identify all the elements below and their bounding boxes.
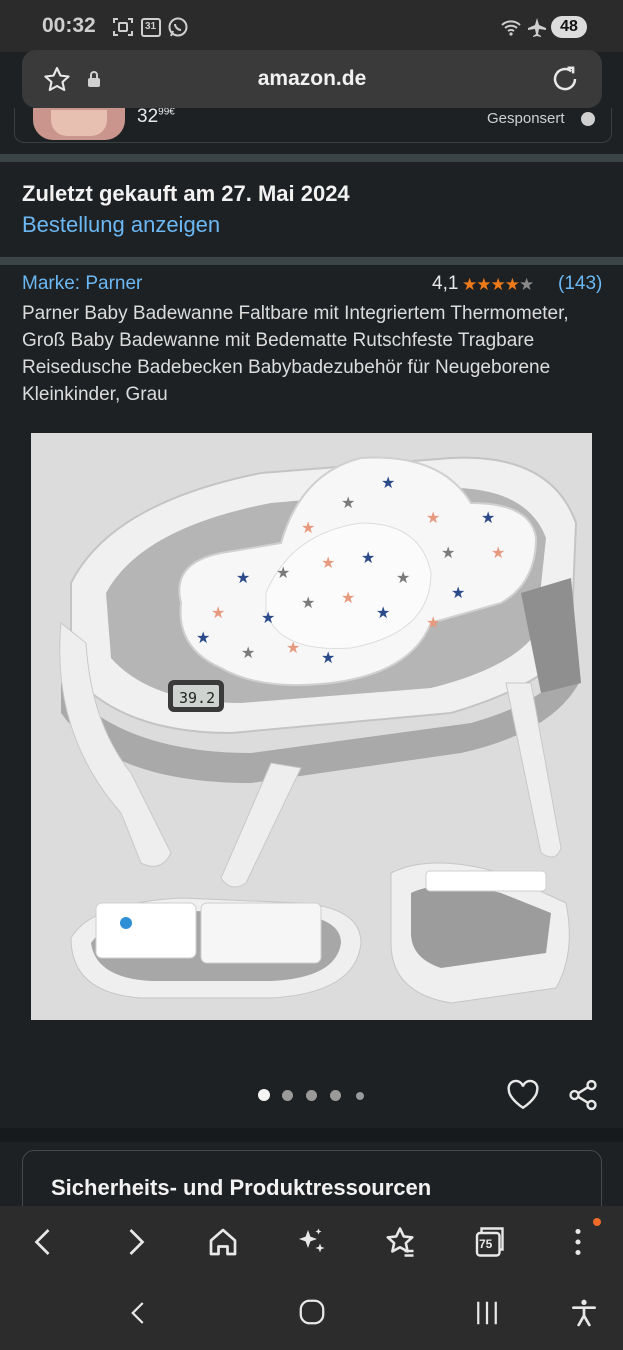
menu-icon[interactable] (560, 1224, 596, 1260)
ai-sparkle-icon[interactable] (293, 1224, 329, 1260)
svg-text:★: ★ (241, 643, 255, 662)
recents-back-icon[interactable] (124, 1298, 154, 1328)
recent-apps-icon[interactable] (472, 1298, 502, 1328)
svg-text:★: ★ (361, 548, 375, 567)
tab-count: 75 (479, 1237, 493, 1251)
calendar-31-icon: 31 (140, 16, 162, 38)
last-bought-text: Zuletzt gekauft am 27. Mai 2024 (22, 181, 350, 206)
svg-text:★: ★ (441, 543, 455, 562)
svg-text:★: ★ (321, 648, 335, 667)
home-icon[interactable] (205, 1224, 241, 1260)
svg-text:★: ★ (381, 473, 395, 492)
ad-product-thumbnail-inner (51, 110, 107, 136)
lock-icon (86, 70, 102, 88)
svg-text:★: ★ (341, 588, 355, 607)
thermometer-display: 39.2 (179, 689, 215, 707)
svg-text:★: ★ (211, 603, 225, 622)
star-rating[interactable]: ★★★★★ (462, 275, 534, 295)
battery-indicator: 48 (551, 16, 587, 38)
sponsored-label[interactable]: Gesponsert (487, 110, 565, 127)
forward-icon[interactable] (117, 1224, 153, 1260)
section-divider (0, 1128, 623, 1142)
airplane-icon (526, 16, 548, 38)
svg-text:★: ★ (301, 518, 315, 537)
svg-text:★: ★ (481, 508, 495, 527)
bookmarks-icon[interactable] (382, 1224, 418, 1260)
svg-text:★: ★ (276, 563, 290, 582)
svg-text:★: ★ (376, 603, 390, 622)
carousel-dot[interactable] (282, 1090, 293, 1101)
info-icon[interactable] (581, 112, 595, 126)
whatsapp-icon (167, 16, 189, 38)
star-icon[interactable] (42, 65, 72, 95)
tabs-icon[interactable]: 75 (471, 1224, 507, 1260)
svg-text:★: ★ (301, 593, 315, 612)
home-circle-icon[interactable] (297, 1297, 327, 1327)
svg-text:★: ★ (321, 553, 335, 572)
ad-price: 3299€ (137, 108, 175, 128)
heart-icon[interactable] (506, 1079, 540, 1111)
svg-text:★: ★ (451, 583, 465, 602)
browser-toolbar: 75 (0, 1206, 623, 1278)
carousel-dot[interactable] (330, 1090, 341, 1101)
reload-icon[interactable] (550, 64, 580, 94)
svg-text:★: ★ (341, 493, 355, 512)
wifi-icon (500, 16, 522, 38)
status-time: 00:32 (42, 14, 96, 37)
system-navigation-bar (0, 1278, 623, 1350)
notification-dot (593, 1218, 601, 1226)
star-icon: ★ (504, 275, 520, 294)
product-image[interactable]: ★ ★ ★ ★ ★ ★ ★ ★ ★ ★ ★ ★ ★ ★ ★ ★ ★ ★ ★ ★ … (31, 433, 592, 1020)
star-empty-icon: ★ (519, 275, 534, 294)
svg-text:★: ★ (426, 508, 440, 527)
carousel-dot-active[interactable] (258, 1089, 270, 1101)
carousel-dot[interactable] (306, 1090, 317, 1101)
svg-text:★: ★ (261, 608, 275, 627)
calendar-day: 31 (145, 21, 157, 32)
screenshot-icon (112, 16, 134, 38)
ad-price-main: 32 (137, 108, 159, 127)
share-icon[interactable] (566, 1078, 600, 1112)
product-title: Parner Baby Badewanne Faltbare mit Integ… (22, 303, 569, 405)
svg-text:★: ★ (196, 628, 210, 647)
svg-text:★: ★ (236, 568, 250, 587)
status-bar: 00:32 31 48 (0, 0, 623, 52)
safety-resources-title: Sicherheits- und Produktressourcen (51, 1175, 432, 1200)
carousel-dot[interactable] (356, 1092, 364, 1100)
view-order-link[interactable]: Bestellung anzeigen (22, 212, 220, 238)
star-icon: ★ (476, 275, 491, 294)
svg-text:★: ★ (286, 638, 300, 657)
back-icon[interactable] (26, 1224, 62, 1260)
rating-value[interactable]: 4,1 (432, 273, 458, 295)
star-icon: ★ (490, 275, 506, 294)
star-icon: ★ (462, 275, 477, 294)
accessibility-icon[interactable] (568, 1297, 600, 1329)
address-bar[interactable]: amazon.de (22, 50, 602, 108)
svg-text:★: ★ (491, 543, 505, 562)
sponsored-ad[interactable]: 3299€ Gesponsert (14, 108, 612, 143)
brand-link[interactable]: Marke: Parner (22, 273, 142, 295)
section-divider (0, 257, 623, 265)
ad-price-cents: 99€ (158, 108, 175, 118)
svg-text:★: ★ (426, 613, 440, 632)
svg-text:★: ★ (396, 568, 410, 587)
url-text[interactable]: amazon.de (22, 50, 602, 108)
section-divider (0, 154, 623, 162)
review-count-link[interactable]: (143) (558, 273, 602, 295)
